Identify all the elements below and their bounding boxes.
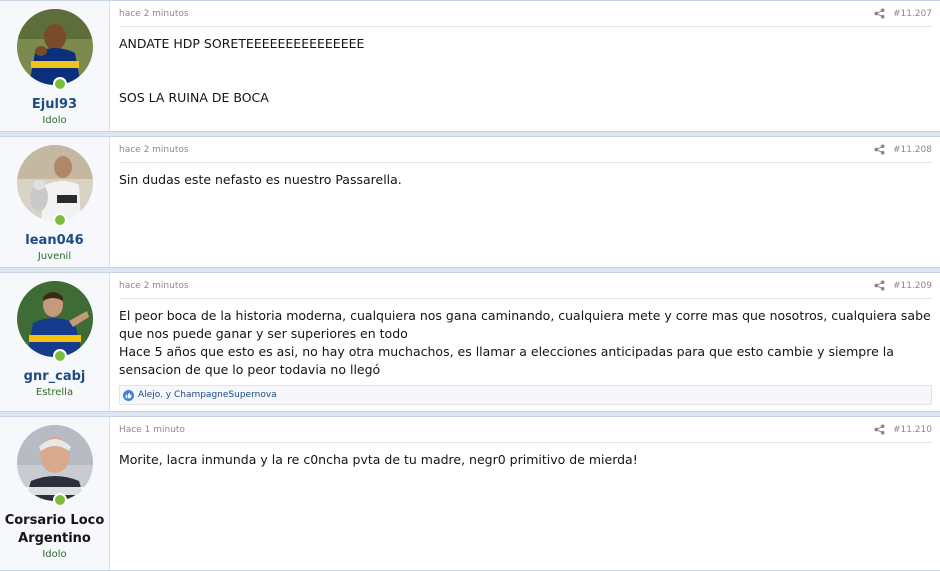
post-time[interactable]: hace 2 minutos [119,145,189,155]
online-status-icon [52,77,67,91]
post-meta: hace 2 minutos #11.209 [119,273,932,299]
post-body: ANDATE HDP SORETEEEEEEEEEEEEEEE SOS LA R… [119,36,365,105]
post: lean046 Juvenil hace 2 minutos #11.208 S… [0,136,940,268]
reactions-bar[interactable]: Alejo. y ChampagneSupernova [119,385,932,405]
share-icon[interactable] [874,8,885,19]
post-number[interactable]: #11.207 [893,9,932,19]
username[interactable]: Ejul93 [32,96,77,114]
share-icon[interactable] [874,144,885,155]
post-content: hace 2 minutos #11.207 ANDATE HDP SORETE… [110,1,940,131]
post-content: hace 2 minutos #11.208 Sin dudas este ne… [110,137,940,267]
avatar[interactable] [16,145,93,221]
post-content: Hace 1 minuto #11.210 Morite, lacra inmu… [110,417,940,570]
post-user-info: Ejul93 Idolo [0,1,110,131]
post: gnr_cabj Estrella hace 2 minutos #11.209… [0,272,940,412]
post-number[interactable]: #11.209 [893,281,932,291]
username[interactable]: lean046 [25,232,83,250]
online-status-icon [52,493,67,507]
post-time[interactable]: hace 2 minutos [119,281,189,291]
post-time[interactable]: Hace 1 minuto [119,425,185,435]
user-title: Idolo [42,115,67,126]
post-time[interactable]: hace 2 minutos [119,9,189,19]
post-user-info: lean046 Juvenil [0,137,110,267]
post-body: Morite, lacra inmunda y la re c0ncha pvt… [119,452,638,467]
post: Ejul93 Idolo hace 2 minutos #11.207 ANDA… [0,0,940,132]
share-icon[interactable] [874,424,885,435]
post-number[interactable]: #11.208 [893,145,932,155]
online-status-icon [52,349,67,363]
reactions-users[interactable]: Alejo. y ChampagneSupernova [138,390,277,400]
post-number[interactable]: #11.210 [893,425,932,435]
post-user-info: gnr_cabj Estrella [0,273,110,411]
post-body: El peor boca de la historia moderna, cua… [119,308,931,377]
like-icon [123,389,134,401]
post-user-info: Corsario Loco Argentino Idolo [0,417,110,570]
user-title: Juvenil [37,251,72,262]
share-icon[interactable] [874,280,885,291]
online-status-icon [52,213,67,227]
post-content: hace 2 minutos #11.209 El peor boca de l… [110,273,940,411]
post-meta: hace 2 minutos #11.208 [119,137,932,163]
post-body: Sin dudas este nefasto es nuestro Passar… [119,172,402,187]
username[interactable]: gnr_cabj [24,368,86,386]
post-meta: Hace 1 minuto #11.210 [119,417,932,443]
avatar[interactable] [16,281,93,357]
avatar[interactable] [16,425,93,501]
username[interactable]: Corsario Loco Argentino [0,512,109,548]
post: Corsario Loco Argentino Idolo Hace 1 min… [0,416,940,571]
user-title: Estrella [35,387,74,398]
post-meta: hace 2 minutos #11.207 [119,1,932,27]
avatar[interactable] [16,9,93,85]
user-title: Idolo [42,549,67,560]
